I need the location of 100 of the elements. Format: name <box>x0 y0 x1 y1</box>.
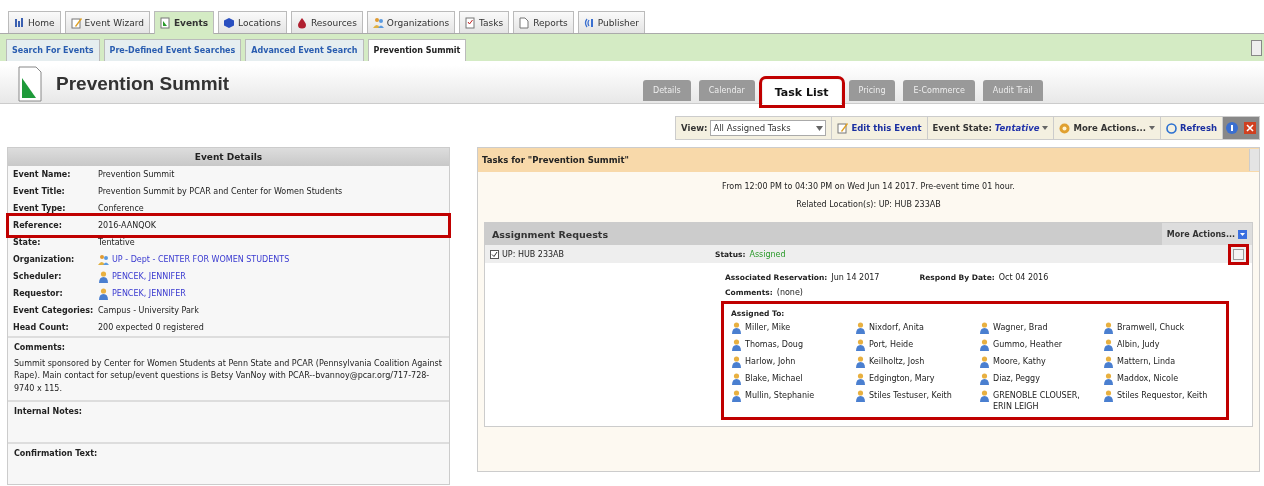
field-value: (none) <box>776 288 803 297</box>
person-icon <box>855 390 866 402</box>
field-value: Prevention Summit by PCAR and Center for Women Students <box>98 187 344 196</box>
person-icon <box>731 322 742 334</box>
organization-link[interactable]: UP - Dept - CENTER FOR WOMEN STUDENTS <box>112 255 290 264</box>
field-label: State: <box>13 238 42 247</box>
person-name: Mattern, Linda <box>1117 356 1177 367</box>
person-name: Nixdorf, Anita <box>869 322 925 333</box>
person-icon <box>98 287 109 300</box>
comment-text: Summit sponsored by Center for Women Students at Penn State and PCAR (Pennsylvania Coalition Against Rape). Main contact for setup/event questions is Betsy VanNoy with PCAR--bvannoy@pcar.org/717-728-9740 x 115. <box>14 358 443 395</box>
collapse-button[interactable] <box>1233 248 1244 260</box>
person-icon <box>979 373 990 385</box>
caret-icon <box>1148 126 1155 130</box>
time-info: From 12:00 PM to 04:30 PM on Wed Jun 14 2017. Pre-event time 01 hour. <box>721 181 1016 193</box>
checklist-icon <box>465 16 477 29</box>
field-value: Prevention Summit <box>98 170 176 179</box>
caret-icon <box>1042 126 1049 130</box>
location-info: Related Location(s): UP: HUB 233AB <box>795 199 942 211</box>
field-label: Event Name: <box>13 170 72 179</box>
section-title: Assignment Requests <box>492 228 609 240</box>
event-state-menu[interactable]: Event State: Tentative <box>927 117 1055 139</box>
document-icon <box>159 17 171 29</box>
person-icon <box>1103 339 1114 351</box>
field-label: Event Title: <box>13 187 66 196</box>
person-name: Albin, Judy <box>1117 339 1161 350</box>
field-value: Conference <box>98 204 145 213</box>
person-icon <box>1103 322 1114 334</box>
dropdown-icon <box>1238 229 1247 239</box>
edit-button[interactable]: Edit this Event <box>832 117 928 139</box>
sub-tab[interactable]: Pre-Defined Event Searches <box>103 39 242 61</box>
nav-tab[interactable]: Events <box>153 11 215 34</box>
person-name: Diaz, Peggy <box>993 373 1041 384</box>
person-name: Maddox, Nicole <box>1117 373 1180 384</box>
section-label: Confirmation Text: <box>14 449 99 459</box>
task-item: UP: HUB 233AB <box>502 249 565 259</box>
person-icon <box>855 322 866 334</box>
person-name: Keilholtz, Josh <box>869 356 926 367</box>
nav-tab[interactable]: Publisher <box>577 11 646 33</box>
field-value: Campus - University Park <box>98 306 200 315</box>
person-name: GRENOBLE CLOUSER, ERIN LEIGH <box>993 390 1081 412</box>
person-icon <box>979 390 990 402</box>
caret-icon <box>816 125 824 131</box>
nav-tab[interactable]: Resources <box>290 11 363 33</box>
person-name: Thomas, Doug <box>745 339 804 350</box>
person-icon <box>731 339 742 351</box>
person-name: Harlow, John <box>745 356 797 367</box>
person-icon <box>1103 390 1114 402</box>
nav-tab[interactable]: Reports <box>513 11 574 33</box>
person-name: Blake, Michael <box>745 373 804 384</box>
nav-tab[interactable]: Home <box>8 11 61 33</box>
more-actions-menu[interactable]: More Actions... <box>1161 223 1252 245</box>
nav-tab[interactable]: Organizations <box>366 11 456 33</box>
person-icon <box>1103 356 1114 368</box>
section-label: Internal Notes: <box>14 407 83 417</box>
drop-icon <box>296 16 308 29</box>
document-icon <box>519 16 531 29</box>
close-button[interactable] <box>1241 117 1259 139</box>
notepad-icon <box>70 16 82 29</box>
view-dropdown[interactable]: All Assigned Tasks <box>710 120 827 136</box>
bars-icon <box>14 16 25 29</box>
field-label: Scheduler: <box>13 272 63 281</box>
person-icon <box>855 356 866 368</box>
nav-tab[interactable]: Event Wizard <box>64 11 150 33</box>
sub-tab[interactable]: Search For Events <box>6 39 100 61</box>
field-value: Jun 14 2017 <box>831 273 880 282</box>
person-link[interactable]: PENCEK, JENNIFER <box>112 289 186 298</box>
sub-tab[interactable]: Advanced Event Search <box>245 39 364 61</box>
people-icon <box>98 253 109 266</box>
person-icon <box>731 373 742 385</box>
signal-icon <box>583 16 595 29</box>
notepad-icon <box>837 122 849 134</box>
nav-tab[interactable]: Locations <box>218 11 287 33</box>
section-label: Comments: <box>14 343 66 352</box>
person-icon <box>979 356 990 368</box>
gear-icon <box>1059 122 1071 134</box>
refresh-icon <box>1165 122 1177 134</box>
field-label: Reference: <box>13 221 63 230</box>
close-icon <box>1244 122 1256 134</box>
person-icon <box>731 356 742 368</box>
help-button[interactable] <box>1223 117 1241 139</box>
person-icon <box>979 339 990 351</box>
collapse-button[interactable] <box>1251 40 1262 56</box>
person-name: Moore, Kathy <box>993 356 1047 367</box>
person-name: Gummo, Heather <box>993 339 1064 350</box>
person-icon <box>979 322 990 334</box>
help-icon <box>1226 122 1238 134</box>
person-icon <box>98 270 109 283</box>
person-name: Mullin, Stephanie <box>745 390 816 401</box>
person-name: Port, Heide <box>869 339 915 350</box>
person-name: Wagner, Brad <box>993 322 1049 333</box>
more-actions-menu[interactable]: More Actions... <box>1054 117 1161 139</box>
person-name: Stiles Requestor, Keith <box>1117 390 1209 401</box>
field-label: Organization: <box>13 255 76 264</box>
person-name: Edgington, Mary <box>869 373 936 384</box>
sub-tab[interactable]: Prevention Summit <box>367 39 467 61</box>
panel-header: Event Details <box>8 148 449 166</box>
nav-tab[interactable]: Tasks <box>459 11 510 33</box>
person-link[interactable]: PENCEK, JENNIFER <box>112 272 186 281</box>
field-value: Oct 04 2016 <box>998 273 1049 282</box>
panel-title: Tasks for "Prevention Summit" <box>482 155 629 165</box>
